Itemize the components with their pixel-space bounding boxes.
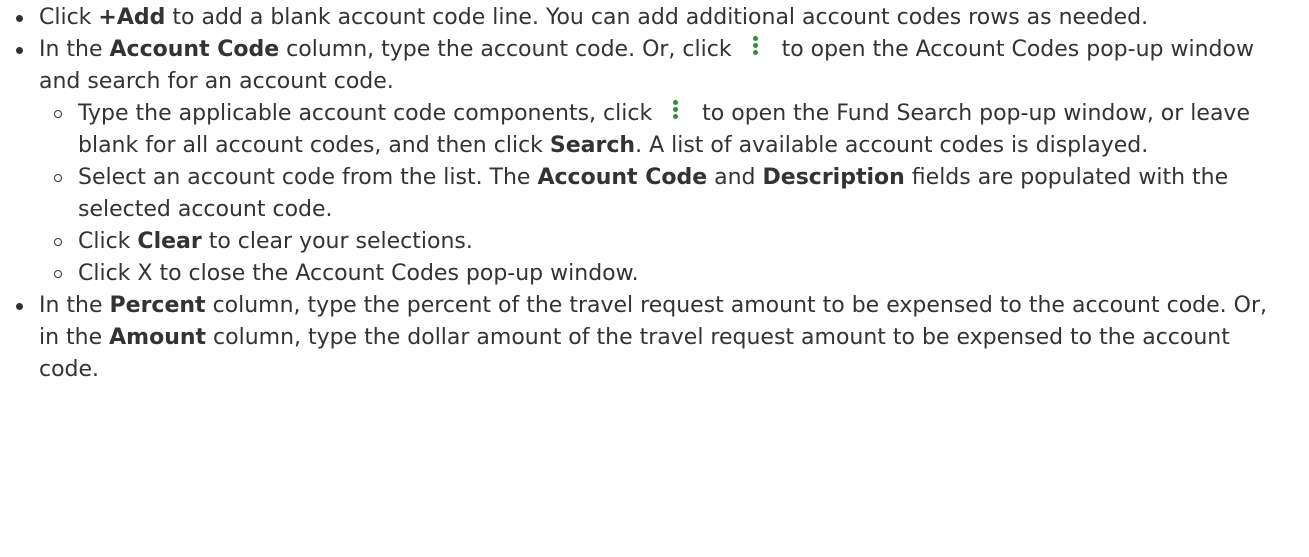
add-label: +Add bbox=[98, 5, 166, 30]
substep-text: and bbox=[707, 165, 763, 190]
substep-text: Click bbox=[78, 229, 138, 254]
substep-clear: Click Clear to clear your selections. bbox=[39, 226, 1289, 258]
substep-text: Select an account code from the list. Th… bbox=[78, 165, 538, 190]
search-label: Search bbox=[549, 133, 636, 158]
step-text: column, type the account code. Or, click bbox=[279, 37, 739, 62]
step-text: to add a blank account code line. You ca… bbox=[165, 5, 1149, 30]
description-label: Description bbox=[762, 165, 905, 190]
substep-text: . A list of available account codes is d… bbox=[635, 133, 1149, 158]
step-text: Click bbox=[39, 5, 99, 30]
amount-label: Amount bbox=[109, 325, 207, 350]
substep-search: Type the applicable account code compone… bbox=[39, 98, 1289, 162]
account-code-label: Account Code bbox=[109, 37, 280, 62]
step-text: In the bbox=[39, 37, 110, 62]
substep-close: Click X to close the Account Codes pop-u… bbox=[39, 258, 1289, 290]
vertical-ellipsis-icon bbox=[665, 100, 687, 122]
step-text: In the bbox=[39, 293, 110, 318]
sub-instruction-list: Type the applicable account code compone… bbox=[39, 98, 1289, 290]
step-percent-amount: In the Percent column, type the percent … bbox=[0, 290, 1309, 386]
instruction-list: Click +Add to add a blank account code l… bbox=[0, 2, 1309, 386]
vertical-ellipsis-icon bbox=[745, 36, 767, 58]
percent-label: Percent bbox=[109, 293, 206, 318]
clear-label: Clear bbox=[137, 229, 202, 254]
step-text: column, type the dollar amount of the tr… bbox=[39, 325, 1230, 382]
substep-text: Click X to close the Account Codes pop-u… bbox=[78, 261, 639, 286]
substep-text: Type the applicable account code compone… bbox=[78, 101, 660, 126]
step-add: Click +Add to add a blank account code l… bbox=[0, 2, 1309, 34]
substep-select: Select an account code from the list. Th… bbox=[39, 162, 1289, 226]
substep-text: to clear your selections. bbox=[201, 229, 473, 254]
step-account-code: In the Account Code column, type the acc… bbox=[0, 34, 1309, 290]
account-code-label: Account Code bbox=[537, 165, 708, 190]
